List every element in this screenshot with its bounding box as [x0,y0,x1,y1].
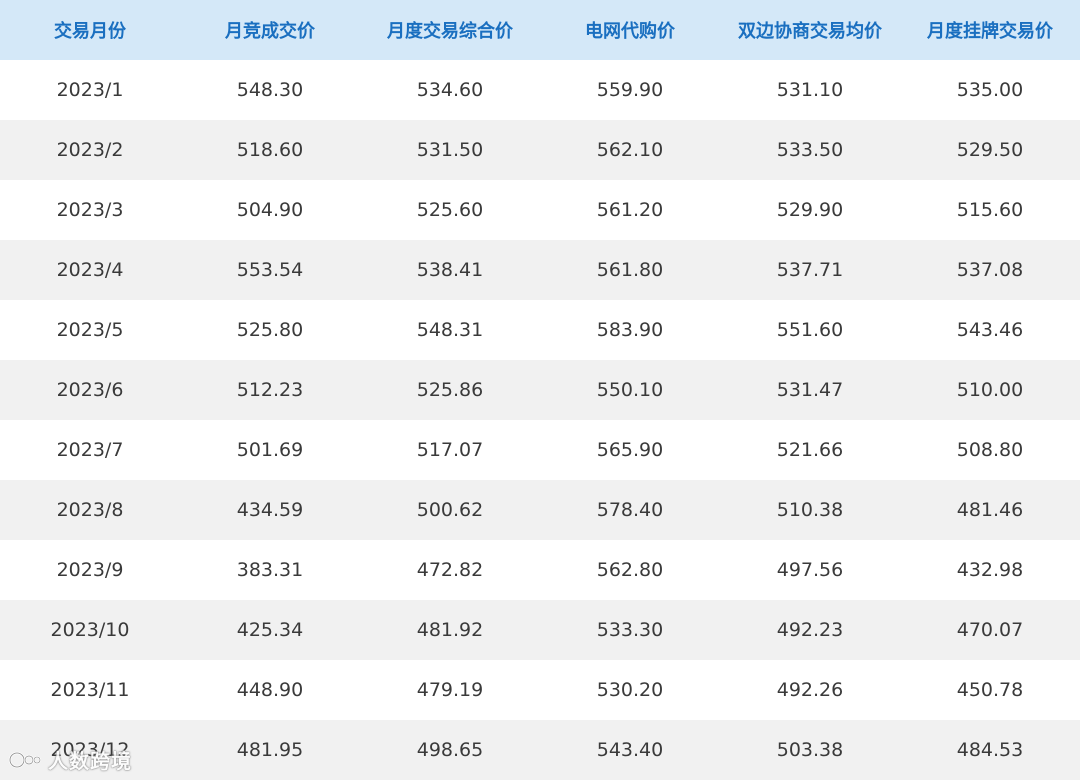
cell-grid-agency-price: 578.40 [596,499,664,521]
cell-grid-agency-price: 565.90 [596,439,664,461]
cell-listing-price: 508.80 [956,439,1024,461]
cell-grid-agency-price: 561.80 [596,259,664,281]
cell-listing-price: 450.78 [956,679,1024,701]
table-row: 2023/12 481.95 498.65 543.40 503.38 484.53 [0,720,1080,780]
cell-monthly-bid-price: 553.54 [236,259,304,281]
header-monthly-bid-price: 月竞成交价 [225,21,315,42]
header-grid-agency-price: 电网代购价 [585,21,675,42]
table-header: 交易月份 月竞成交价 月度交易综合价 电网代购价 双边协商交易均价 月度挂牌交易… [0,0,1080,60]
cell-month: 2023/5 [56,319,124,341]
cell-grid-agency-price: 550.10 [596,379,664,401]
cell-monthly-bid-price: 548.30 [236,79,304,101]
cell-month: 2023/2 [56,139,124,161]
table-row: 2023/5 525.80 548.31 583.90 551.60 543.46 [0,300,1080,360]
table-row: 2023/2 518.60 531.50 562.10 533.50 529.50 [0,120,1080,180]
table-row: 2023/4 553.54 538.41 561.80 537.71 537.08 [0,240,1080,300]
cell-bilateral-avg-price: 551.60 [776,319,844,341]
cell-monthly-bid-price: 518.60 [236,139,304,161]
header-monthly-composite-price: 月度交易综合价 [387,21,513,42]
cell-listing-price: 510.00 [956,379,1024,401]
cell-month: 2023/9 [56,559,124,581]
cell-bilateral-avg-price: 533.50 [776,139,844,161]
cell-month: 2023/4 [56,259,124,281]
cell-month: 2023/8 [56,499,124,521]
cell-month: 2023/11 [50,679,130,701]
cell-grid-agency-price: 561.20 [596,199,664,221]
table-row: 2023/1 548.30 534.60 559.90 531.10 535.00 [0,60,1080,120]
watermark: 人数跨境 [8,745,132,774]
cell-bilateral-avg-price: 497.56 [776,559,844,581]
cell-listing-price: 432.98 [956,559,1024,581]
cell-monthly-bid-price: 481.95 [236,739,304,761]
cell-month: 2023/10 [50,619,130,641]
cell-bilateral-avg-price: 529.90 [776,199,844,221]
cell-listing-price: 481.46 [956,499,1024,521]
cell-listing-price: 484.53 [956,739,1024,761]
cell-month: 2023/6 [56,379,124,401]
cell-listing-price: 535.00 [956,79,1024,101]
cell-month: 2023/7 [56,439,124,461]
table-row: 2023/8 434.59 500.62 578.40 510.38 481.46 [0,480,1080,540]
cell-monthly-bid-price: 448.90 [236,679,304,701]
cell-monthly-bid-price: 525.80 [236,319,304,341]
cell-monthly-bid-price: 504.90 [236,199,304,221]
cell-monthly-composite-price: 534.60 [416,79,484,101]
cell-month: 2023/1 [56,79,124,101]
table-row: 2023/7 501.69 517.07 565.90 521.66 508.80 [0,420,1080,480]
header-bilateral-avg-price: 双边协商交易均价 [738,21,882,42]
cell-monthly-bid-price: 512.23 [236,379,304,401]
cell-month: 2023/3 [56,199,124,221]
cell-grid-agency-price: 533.30 [596,619,664,641]
table-row: 2023/11 448.90 479.19 530.20 492.26 450.78 [0,660,1080,720]
cell-monthly-bid-price: 434.59 [236,499,304,521]
cell-listing-price: 470.07 [956,619,1024,641]
cell-grid-agency-price: 543.40 [596,739,664,761]
cell-listing-price: 543.46 [956,319,1024,341]
cell-monthly-composite-price: 525.60 [416,199,484,221]
table-row: 2023/9 383.31 472.82 562.80 497.56 432.98 [0,540,1080,600]
cell-grid-agency-price: 583.90 [596,319,664,341]
table-row: 2023/6 512.23 525.86 550.10 531.47 510.00 [0,360,1080,420]
cell-monthly-composite-price: 531.50 [416,139,484,161]
cell-monthly-composite-price: 498.65 [416,739,484,761]
header-month: 交易月份 [54,21,126,42]
cell-bilateral-avg-price: 503.38 [776,739,844,761]
cell-bilateral-avg-price: 492.26 [776,679,844,701]
cell-bilateral-avg-price: 537.71 [776,259,844,281]
cell-bilateral-avg-price: 531.47 [776,379,844,401]
table-body: 2023/1 548.30 534.60 559.90 531.10 535.00 2023… [0,60,1080,780]
cell-monthly-bid-price: 425.34 [236,619,304,641]
cell-monthly-composite-price: 472.82 [416,559,484,581]
price-table-container: 交易月份 月竞成交价 月度交易综合价 电网代购价 双边协商交易均价 月度挂牌交易… [0,0,1080,780]
watermark-text: 人数跨境 [48,749,132,773]
cell-grid-agency-price: 530.20 [596,679,664,701]
cell-listing-price: 529.50 [956,139,1024,161]
watermark-logo-icon [8,751,41,768]
cell-grid-agency-price: 562.80 [596,559,664,581]
cell-monthly-bid-price: 501.69 [236,439,304,461]
cell-monthly-bid-price: 383.31 [236,559,304,581]
cell-bilateral-avg-price: 510.38 [776,499,844,521]
price-table: 交易月份 月竞成交价 月度交易综合价 电网代购价 双边协商交易均价 月度挂牌交易… [0,0,1080,780]
cell-grid-agency-price: 562.10 [596,139,664,161]
cell-bilateral-avg-price: 531.10 [776,79,844,101]
table-row: 2023/10 425.34 481.92 533.30 492.23 470.07 [0,600,1080,660]
cell-listing-price: 537.08 [956,259,1024,281]
cell-monthly-composite-price: 548.31 [416,319,484,341]
cell-monthly-composite-price: 481.92 [416,619,484,641]
table-row: 2023/3 504.90 525.60 561.20 529.90 515.60 [0,180,1080,240]
header-row: 交易月份 月竞成交价 月度交易综合价 电网代购价 双边协商交易均价 月度挂牌交易… [0,0,1080,60]
cell-monthly-composite-price: 538.41 [416,259,484,281]
cell-monthly-composite-price: 500.62 [416,499,484,521]
header-listing-price: 月度挂牌交易价 [927,21,1053,42]
cell-monthly-composite-price: 525.86 [416,379,484,401]
cell-bilateral-avg-price: 521.66 [776,439,844,461]
cell-grid-agency-price: 559.90 [596,79,664,101]
cell-listing-price: 515.60 [956,199,1024,221]
cell-monthly-composite-price: 479.19 [416,679,484,701]
cell-monthly-composite-price: 517.07 [416,439,484,461]
cell-bilateral-avg-price: 492.23 [776,619,844,641]
